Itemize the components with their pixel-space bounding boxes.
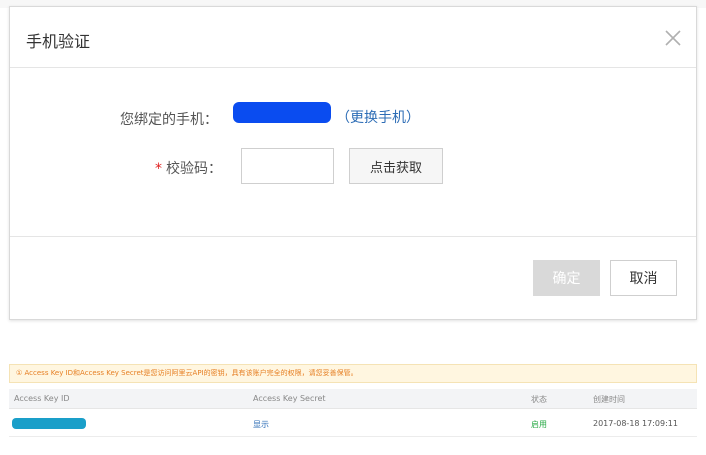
cancel-button[interactable]: 取消 — [610, 260, 677, 296]
masked-phone-number — [233, 102, 331, 123]
required-asterisk: * — [155, 161, 162, 177]
column-status: 状态 — [531, 395, 547, 404]
change-phone-link[interactable]: （更换手机） — [336, 107, 420, 127]
access-key-notice: ① Access Key ID和Access Key Secret是您访问阿里云… — [9, 364, 697, 383]
table-header: Access Key ID Access Key Secret 状态 创建时间 — [9, 389, 697, 409]
verification-code-label: * 校验码： — [155, 158, 222, 178]
column-access-key-id: Access Key ID — [14, 394, 70, 403]
table-row: 显示 启用 2017-08-18 17:09:11 — [9, 411, 697, 437]
get-code-button[interactable]: 点击获取 — [349, 148, 443, 184]
bound-phone-label: 您绑定的手机： — [120, 112, 218, 128]
footer-divider — [10, 236, 696, 237]
status-badge: 启用 — [531, 420, 547, 429]
verification-code-input[interactable] — [241, 148, 334, 184]
phone-verification-dialog: 手机验证 您绑定的手机： （更换手机） * 校验码： 点击获取 确定 取消 — [9, 6, 697, 320]
confirm-button[interactable]: 确定 — [533, 260, 600, 296]
verification-code-label-text: 校验码： — [166, 161, 222, 177]
column-created-time: 创建时间 — [593, 395, 625, 404]
show-secret-link[interactable]: 显示 — [253, 419, 269, 430]
created-time: 2017-08-18 17:09:11 — [593, 419, 678, 428]
dialog-header: 手机验证 — [10, 7, 696, 68]
masked-access-key-id — [12, 418, 86, 429]
column-access-key-secret: Access Key Secret — [253, 394, 326, 403]
dialog-title: 手机验证 — [26, 32, 91, 51]
close-icon[interactable] — [664, 29, 682, 47]
